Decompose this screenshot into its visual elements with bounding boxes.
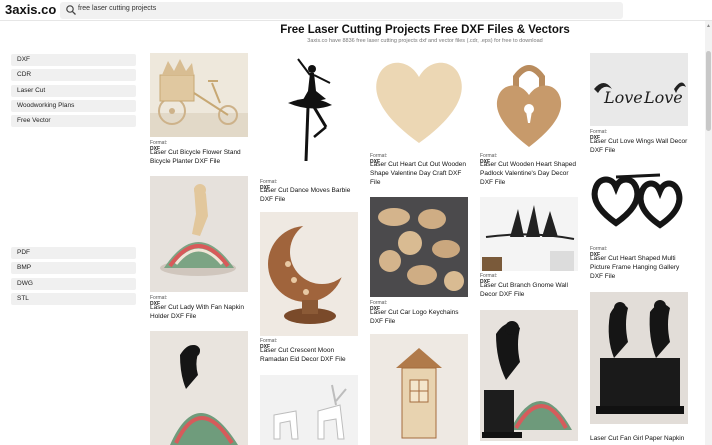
pagoda-lamp-image — [370, 334, 468, 445]
svg-text:Love: Love — [603, 88, 643, 107]
sidebar-item-dxf[interactable]: DXF — [11, 54, 136, 66]
product-title[interactable]: Laser Cut Heart Shaped Multi Picture Fra… — [590, 254, 688, 281]
sidebar-item-dwg[interactable]: DWG — [11, 278, 136, 290]
love-wings-image: Love Love — [590, 53, 688, 126]
product-title[interactable]: Laser Cut Fan Girl Paper Napkin — [590, 434, 688, 443]
product-thumbnail[interactable] — [370, 197, 468, 297]
fan-girl-napkin-holder-image — [590, 292, 688, 424]
product-thumbnail[interactable] — [260, 375, 358, 445]
product-thumbnail[interactable] — [370, 334, 468, 445]
sidebar-item-laser-cut[interactable]: Laser Cut — [11, 85, 136, 97]
scroll-up-arrow-icon[interactable]: ▲ — [706, 23, 711, 29]
bicycle-planter-image — [150, 53, 248, 137]
car-logo-keychains-image — [370, 197, 468, 297]
scrollbar-thumb[interactable] — [706, 51, 711, 131]
reindeer-image — [260, 375, 358, 445]
product-thumbnail[interactable] — [480, 197, 578, 271]
branch-gnome-image — [480, 197, 578, 271]
product-title[interactable]: Laser Cut Heart Cut Out Wooden Shape Val… — [370, 160, 468, 187]
heart-frame-gallery-image — [590, 163, 688, 243]
crescent-moon-image — [260, 212, 358, 336]
search-value: free laser cutting projects — [78, 5, 157, 12]
sidebar-item-cdr[interactable]: CDR — [11, 69, 136, 81]
product-thumbnail[interactable] — [480, 310, 578, 441]
sidebar-item-free-vector[interactable]: Free Vector — [11, 115, 136, 127]
product-thumbnail[interactable] — [150, 53, 248, 137]
top-bar: 3axis.co free laser cutting projects — [0, 0, 712, 21]
site-logo[interactable]: 3axis.co — [5, 2, 56, 17]
product-thumbnail[interactable] — [590, 163, 688, 243]
product-title[interactable]: Laser Cut Branch Gnome Wall Decor DXF Fi… — [480, 281, 578, 299]
fan-lady-silhouette-image — [150, 331, 248, 445]
heart-padlock-image — [480, 53, 578, 151]
page-subtitle: 3axis.co have 8836 free laser cutting pr… — [307, 38, 543, 44]
page-title: Free Laser Cutting Projects Free DXF Fil… — [280, 24, 570, 36]
sidebar-item-stl[interactable]: STL — [11, 293, 136, 305]
sidebar-item-woodworking-plans[interactable]: Woodworking Plans — [11, 100, 136, 112]
product-thumbnail[interactable] — [260, 53, 358, 181]
ballerina-silhouette-image — [260, 53, 358, 181]
wooden-heart-image — [370, 53, 468, 151]
product-title[interactable]: Laser Cut Crescent Moon Ramadan Eid Deco… — [260, 346, 358, 364]
sidebar-item-bmp[interactable]: BMP — [11, 262, 136, 274]
product-title[interactable]: Laser Cut Bicycle Flower Stand Bicycle P… — [150, 148, 248, 166]
product-thumbnail[interactable] — [150, 331, 248, 445]
product-thumbnail[interactable] — [370, 53, 468, 151]
product-thumbnail[interactable] — [480, 53, 578, 151]
search-input[interactable]: free laser cutting projects — [60, 2, 623, 19]
sidebar-item-pdf[interactable]: PDF — [11, 247, 136, 259]
product-thumbnail[interactable] — [260, 212, 358, 336]
fan-lady-napkin-holder-image — [150, 176, 248, 292]
search-icon — [66, 5, 76, 15]
fan-lady-lamp-image — [480, 310, 578, 441]
product-title[interactable]: Laser Cut Lady With Fan Napkin Holder DX… — [150, 303, 248, 321]
product-title[interactable]: Laser Cut Love Wings Wall Decor DXF File — [590, 137, 688, 155]
product-thumbnail[interactable]: Love Love — [590, 53, 688, 126]
product-title[interactable]: Laser Cut Car Logo Keychains DXF File — [370, 308, 468, 326]
product-thumbnail[interactable] — [150, 176, 248, 292]
scrollbar[interactable]: ▲ — [705, 21, 712, 445]
product-title[interactable]: Laser Cut Wooden Heart Shaped Padlock Va… — [480, 160, 578, 187]
product-title[interactable]: Laser Cut Dance Moves Barbie DXF File — [260, 186, 358, 204]
product-thumbnail[interactable] — [590, 292, 688, 424]
